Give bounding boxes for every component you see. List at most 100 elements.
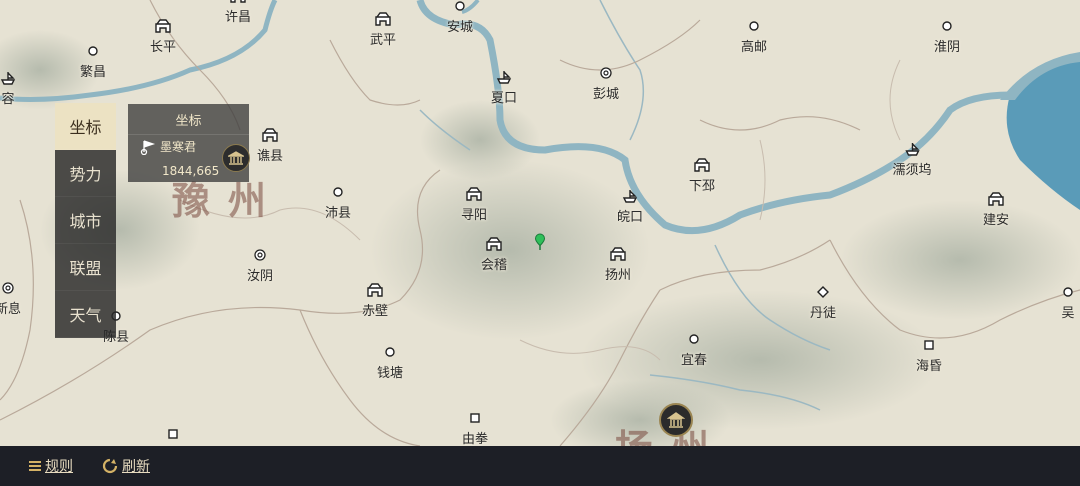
- city-label: 汝阴: [246, 269, 274, 284]
- dot-icon: [745, 18, 763, 34]
- city-youquan[interactable]: 由拳: [462, 410, 488, 446]
- city-yangzhou[interactable]: 扬州: [605, 246, 631, 283]
- location-pin-icon[interactable]: [534, 233, 546, 255]
- city-label: 沛县: [324, 206, 352, 221]
- city-xinxi[interactable]: 新息: [0, 280, 21, 317]
- city-xiapi[interactable]: 下邳: [689, 157, 715, 194]
- city-label: 濡须坞: [892, 163, 932, 178]
- city-xuchang[interactable]: 许昌: [225, 0, 251, 25]
- dot-icon: [451, 0, 469, 14]
- world-map[interactable]: 豫州 扬州 许昌 长平 武平 安城 高邮 淮阴 繁昌 容 夏口 彭城: [0, 0, 1080, 446]
- city-dantu[interactable]: 丹徒: [810, 284, 836, 321]
- menu-item-label: 联盟: [69, 259, 102, 278]
- city-fanchang[interactable]: 繁昌: [80, 43, 106, 80]
- ship-icon: [0, 70, 17, 86]
- city-label: 新息: [0, 302, 22, 317]
- gate-icon: [366, 282, 384, 298]
- city-qiantang[interactable]: 钱塘: [377, 344, 403, 381]
- capital-badge-icon[interactable]: [659, 403, 693, 437]
- gate-icon: [693, 157, 711, 173]
- gate-icon: [261, 127, 279, 143]
- menu-item-coords[interactable]: 坐标: [55, 103, 116, 150]
- city-ancheng[interactable]: 安城: [447, 0, 473, 35]
- dot-icon: [685, 331, 703, 347]
- city-label: 武平: [369, 33, 397, 48]
- city-jianan[interactable]: 建安: [983, 191, 1009, 228]
- dot-icon: [1059, 284, 1077, 300]
- ring-icon: [251, 247, 269, 263]
- city-xiakou[interactable]: 夏口: [491, 69, 517, 106]
- ship-icon: [621, 188, 639, 204]
- coord-value: 1844,665: [162, 164, 220, 178]
- city-pengcheng[interactable]: 彭城: [593, 65, 619, 102]
- menu-item-label: 天气: [69, 306, 102, 325]
- city-label: 皖口: [616, 210, 644, 225]
- city-gaoyou[interactable]: 高邮: [741, 18, 767, 55]
- dot-icon: [329, 184, 347, 200]
- side-menu: 坐标 势力 城市 联盟 天气: [55, 103, 116, 338]
- gate-icon: [485, 236, 503, 252]
- city-label: 夏口: [490, 91, 518, 106]
- menu-item-label: 势力: [69, 165, 102, 184]
- city-label: 下邳: [688, 179, 716, 194]
- city-ruxu[interactable]: 濡须坞: [892, 141, 932, 178]
- city-label: 会稽: [480, 258, 508, 273]
- gate-icon: [154, 18, 172, 34]
- city-label: 海昏: [915, 359, 943, 374]
- ring-icon: [0, 280, 17, 296]
- gate-icon: [229, 0, 247, 4]
- city-xunyang[interactable]: 寻阳: [461, 186, 487, 223]
- city-label: 由拳: [461, 432, 489, 446]
- gate-icon: [609, 246, 627, 262]
- city-label: 扬州: [604, 268, 632, 283]
- menu-item-label: 城市: [69, 212, 102, 231]
- city-unnamed-square[interactable]: [164, 426, 182, 442]
- city-wankou[interactable]: 皖口: [617, 188, 643, 225]
- ring-icon: [597, 65, 615, 81]
- city-runan[interactable]: 汝阴: [247, 247, 273, 284]
- city-rong[interactable]: 容: [0, 70, 17, 107]
- city-label: 赤壁: [361, 304, 389, 319]
- city-label: 钱塘: [376, 366, 404, 381]
- city-label: 吴: [1061, 306, 1075, 321]
- city-huaiyin[interactable]: 淮阴: [934, 18, 960, 55]
- dot-icon: [381, 344, 399, 360]
- city-label: 安城: [446, 20, 474, 35]
- city-chibi[interactable]: 赤壁: [362, 282, 388, 319]
- gate-icon: [465, 186, 483, 202]
- city-haichang[interactable]: 海昏: [916, 337, 942, 374]
- square-icon: [164, 426, 182, 442]
- refresh-icon: [101, 457, 119, 475]
- city-kuaiji[interactable]: 会稽: [481, 236, 507, 273]
- flag-icon: [140, 139, 156, 155]
- coord-panel[interactable]: 坐标 墨寒君 1844,665: [128, 104, 250, 182]
- city-label: 丹徒: [809, 306, 837, 321]
- owner-name: 墨寒君: [160, 140, 197, 154]
- menu-item-weather[interactable]: 天气: [55, 291, 116, 338]
- menu-item-forces[interactable]: 势力: [55, 150, 116, 197]
- square-icon: [920, 337, 938, 353]
- capital-badge-icon[interactable]: [222, 144, 250, 172]
- city-label: 彭城: [592, 87, 620, 102]
- menu-item-cities[interactable]: 城市: [55, 197, 116, 244]
- city-yichun[interactable]: 宜春: [681, 331, 707, 368]
- refresh-button[interactable]: 刷新: [101, 456, 150, 476]
- menu-item-label: 坐标: [69, 118, 102, 137]
- city-qiaoxian[interactable]: 谯县: [257, 127, 283, 164]
- dot-icon: [938, 18, 956, 34]
- city-changping[interactable]: 长平: [150, 18, 176, 55]
- city-label: 建安: [982, 213, 1010, 228]
- menu-lines-icon: [28, 460, 42, 472]
- rules-button[interactable]: 规则: [28, 456, 73, 476]
- ship-icon: [903, 141, 921, 157]
- menu-item-alliance[interactable]: 联盟: [55, 244, 116, 291]
- diamond-icon: [814, 284, 832, 300]
- ship-icon: [495, 69, 513, 85]
- city-label: 繁昌: [79, 65, 107, 80]
- city-wu[interactable]: 吴: [1059, 284, 1077, 321]
- city-peixian[interactable]: 沛县: [325, 184, 351, 221]
- dot-icon: [84, 43, 102, 59]
- rules-label: 规则: [45, 459, 73, 475]
- city-wuping[interactable]: 武平: [370, 11, 396, 48]
- map-terrain: [0, 0, 1080, 446]
